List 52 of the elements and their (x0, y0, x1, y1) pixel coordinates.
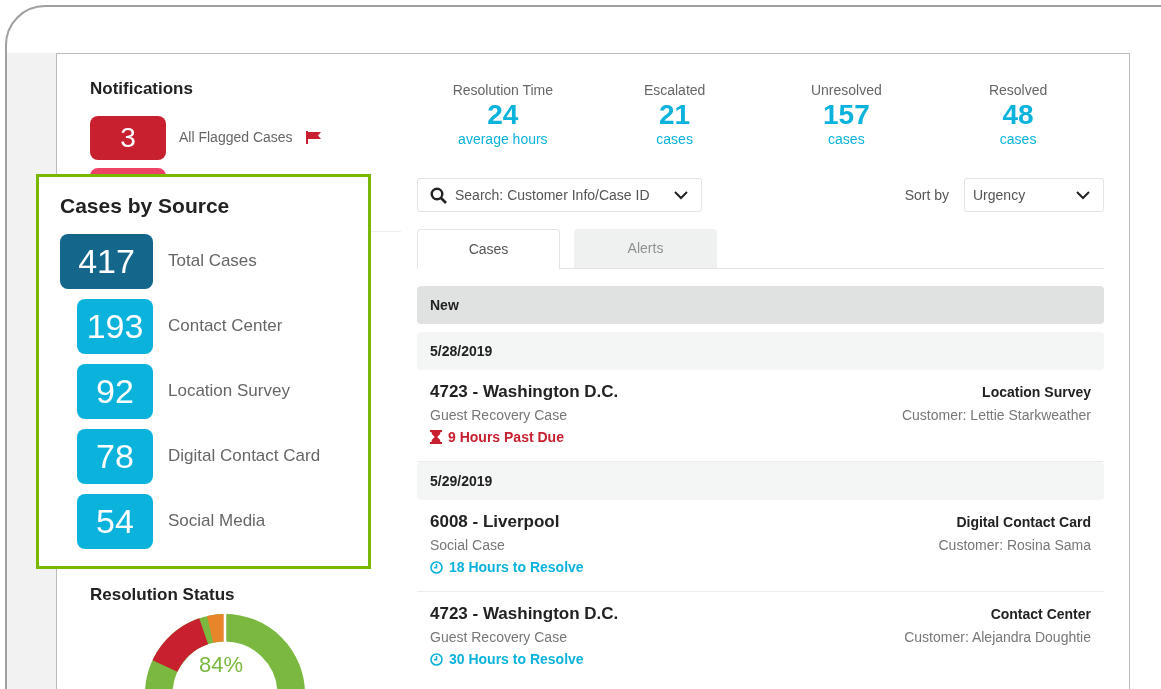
case-title: 6008 - Liverpool (430, 512, 561, 532)
customer-name: Customer: Lettie Starkweather (901, 406, 1091, 424)
source-label: Location Survey (168, 380, 290, 403)
search-field[interactable]: Search: Customer Info/Case ID (417, 178, 702, 212)
sort-dropdown[interactable]: Urgency (964, 178, 1104, 212)
tab[interactable]: Cases (417, 229, 560, 269)
date-header: 5/29/2019 (417, 462, 1104, 500)
search-input[interactable]: Search: Customer Info/Case ID (455, 184, 665, 206)
section-header: New (417, 286, 1104, 324)
stat-unit: cases (999, 131, 1037, 147)
section-title: Resolution Status (90, 584, 236, 606)
stat-unit: cases (828, 131, 865, 147)
case-source: Contact Center (990, 605, 1091, 624)
chevron-down-icon (673, 190, 689, 200)
customer-name: Customer: Alejandra Doughtie (904, 628, 1091, 646)
search-icon (430, 186, 447, 204)
stat-value: 21 (659, 99, 691, 131)
due-status: 30 Hours to Resolve (449, 650, 584, 668)
source-label: Digital Contact Card (168, 445, 321, 468)
stat-label: Resolution Time (452, 81, 554, 99)
stat-value: 157 (823, 99, 870, 131)
case-item[interactable]: 6008 - Liverpool Social Case 18 Hours to Resolve Digital Contact Card Customer: Rosina Sama (417, 500, 1104, 592)
source-label: Total Cases (168, 250, 257, 273)
case-type: Social Case (430, 536, 506, 554)
due-status: 9 Hours Past Due (448, 428, 564, 446)
source-label: Contact Center (168, 315, 283, 338)
customer-name: Customer: Rosina Sama (938, 536, 1091, 554)
notification-label: All Flagged Cases (179, 128, 293, 147)
case-source: Digital Contact Card (956, 513, 1091, 532)
count-badge[interactable]: 417 (60, 233, 153, 289)
case-type: Guest Recovery Case (430, 628, 568, 646)
case-title: 4723 - Washington D.C. (430, 382, 619, 402)
section-title: Cases by Source (60, 193, 231, 219)
section-title: Notifications (90, 78, 194, 100)
date-header: 5/28/2019 (417, 332, 1104, 370)
chevron-down-icon (1075, 190, 1091, 200)
stat-unit: cases (656, 131, 693, 147)
case-type: Guest Recovery Case (430, 406, 568, 424)
stat-value: 48 (1002, 99, 1034, 131)
case-source: Location Survey (982, 383, 1091, 402)
stat-label: Unresolved (810, 81, 882, 99)
source-label: Social Media (168, 510, 266, 533)
case-item[interactable]: 4723 - Washington D.C. Guest Recovery Case 30 Hours to Resolve Contact Center Customer: Alejandra Doughtie (417, 592, 1104, 684)
stat-label: Escalated (643, 81, 706, 99)
count-badge[interactable]: 3 (90, 115, 166, 160)
sort-label: Sort by (904, 185, 949, 205)
stat-label: Resolved (988, 81, 1048, 99)
due-status: 18 Hours to Resolve (449, 558, 584, 576)
donut-percentage: 84% (199, 651, 244, 678)
case-title: 4723 - Washington D.C. (430, 604, 619, 624)
stat-value: 24 (487, 99, 519, 131)
stat-unit: average hours (458, 131, 548, 147)
